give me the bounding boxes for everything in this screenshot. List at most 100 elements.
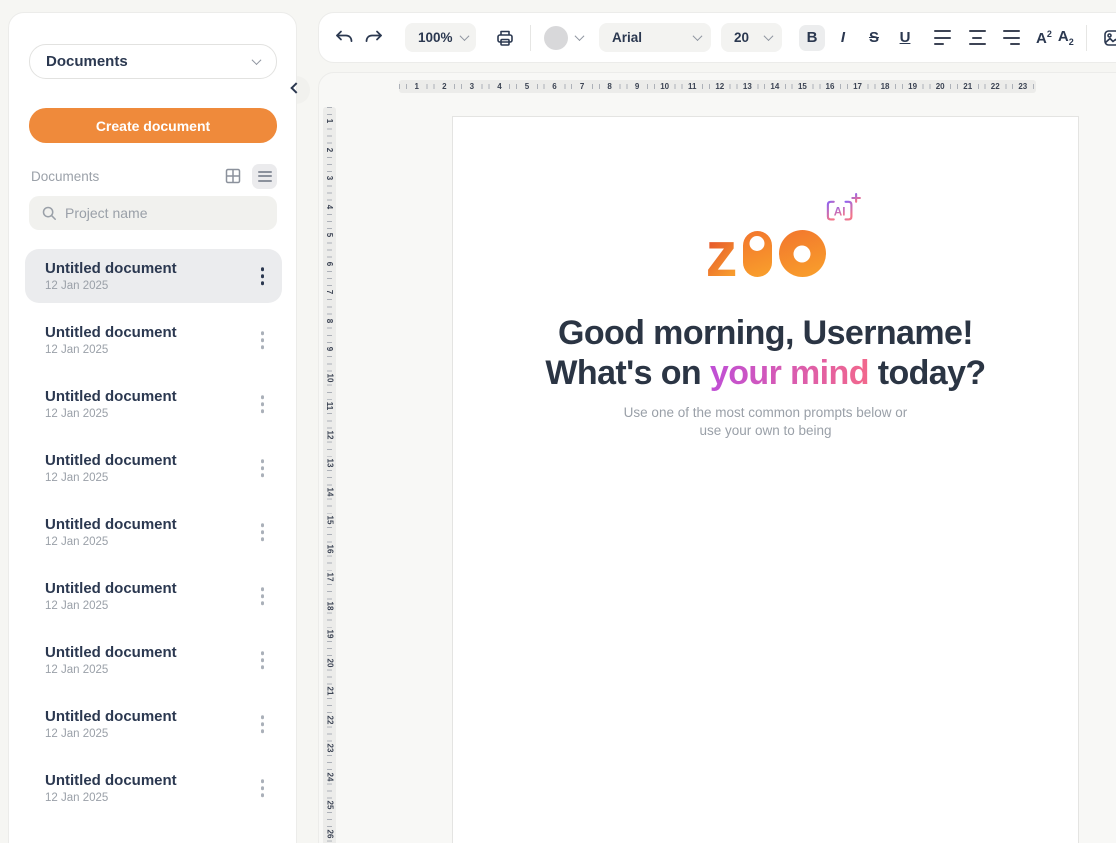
document-menu-button[interactable] — [257, 711, 269, 737]
ruler-number: 5 — [523, 80, 531, 93]
strikethrough-button[interactable]: S — [861, 25, 887, 51]
document-menu-button[interactable] — [257, 647, 269, 673]
greeting-highlight: your mind — [710, 354, 869, 392]
zio-logo: z AI — [706, 230, 826, 277]
document-menu-button[interactable] — [257, 519, 269, 545]
document-menu-button[interactable] — [257, 263, 269, 289]
align-center-button[interactable] — [965, 26, 989, 50]
ruler-number: 15 — [325, 514, 335, 527]
document-date: 12 Jan 2025 — [45, 664, 282, 676]
undo-button[interactable] — [331, 25, 357, 51]
ruler-number: 25 — [325, 799, 335, 812]
logo-letter-o — [779, 230, 826, 277]
ruler-number: 22 — [989, 80, 1002, 93]
ruler-number: 11 — [325, 400, 335, 412]
undo-icon — [334, 28, 354, 48]
align-left-button[interactable] — [934, 26, 958, 50]
document-list-item[interactable]: Untitled document 12 Jan 2025 — [25, 697, 282, 751]
ruler-number: 4 — [324, 203, 334, 211]
document-list-item[interactable]: Untitled document 12 Jan 2025 — [25, 505, 282, 559]
subscript-button[interactable]: A2 — [1058, 28, 1074, 47]
text-color-swatch[interactable] — [544, 26, 568, 50]
ruler-number: 2 — [440, 80, 448, 93]
editor-canvas: 1234567891011121314151617181920212223 12… — [318, 72, 1116, 843]
underline-button[interactable]: U — [892, 25, 918, 51]
document-title: Untitled document — [45, 260, 282, 277]
chevron-down-icon — [459, 31, 469, 41]
ruler-number: 7 — [324, 288, 334, 296]
grid-view-button[interactable] — [220, 164, 245, 189]
ruler-number: 1 — [324, 117, 334, 125]
greeting-subtitle: Use one of the most common prompts below… — [453, 404, 1078, 439]
ruler-number: 9 — [324, 345, 334, 353]
ruler-number: 6 — [324, 260, 334, 268]
document-menu-button[interactable] — [257, 775, 269, 801]
greeting-line2-prefix: What's on — [545, 354, 710, 392]
font-family-select[interactable]: Arial — [599, 23, 711, 52]
document-title: Untitled document — [45, 644, 282, 661]
list-view-button[interactable] — [252, 164, 277, 189]
ruler-number: 15 — [796, 80, 809, 93]
ruler-number: 20 — [934, 80, 947, 93]
zoom-select[interactable]: 100% — [405, 23, 476, 52]
insert-image-button[interactable] — [1099, 25, 1116, 51]
ruler-number: 24 — [325, 770, 335, 783]
document-menu-button[interactable] — [257, 327, 269, 353]
ruler-number: 16 — [325, 542, 335, 555]
chevron-down-icon — [764, 31, 774, 41]
documents-sidebar: Documents Create document Documents Unti… — [8, 12, 297, 843]
font-size-select[interactable]: 20 — [721, 23, 782, 52]
document-page[interactable]: z AI Good morning, Username! — [452, 116, 1079, 843]
superscript-button[interactable]: A2 — [1036, 29, 1052, 47]
document-date: 12 Jan 2025 — [45, 408, 282, 420]
document-list-item[interactable]: Untitled document 12 Jan 2025 — [25, 569, 282, 623]
logo-block: z AI — [453, 230, 1078, 277]
document-date: 12 Jan 2025 — [45, 728, 282, 740]
greeting-line2-suffix: today? — [869, 354, 986, 392]
document-date: 12 Jan 2025 — [45, 536, 282, 548]
greeting-line1: Good morning, Username! — [558, 314, 973, 352]
redo-button[interactable] — [361, 25, 387, 51]
ruler-number: 17 — [851, 80, 864, 93]
ruler-number: 23 — [325, 742, 335, 755]
document-menu-button[interactable] — [257, 391, 269, 417]
document-list-item[interactable]: Untitled document 12 Jan 2025 — [25, 377, 282, 431]
italic-button[interactable]: I — [830, 25, 856, 51]
ruler-number: 12 — [325, 428, 335, 441]
document-menu-button[interactable] — [257, 455, 269, 481]
search-input[interactable] — [65, 205, 245, 221]
ruler-number: 14 — [768, 80, 781, 93]
ruler-number: 10 — [658, 80, 671, 93]
ruler-number: 8 — [324, 317, 334, 325]
document-search — [29, 196, 277, 230]
ruler-number: 11 — [686, 80, 698, 93]
document-title: Untitled document — [45, 708, 282, 725]
align-right-button[interactable] — [996, 26, 1020, 50]
bold-button[interactable]: B — [799, 25, 825, 51]
print-button[interactable] — [492, 25, 518, 51]
vertical-ruler[interactable]: 1234567891011121314151617181920212223242… — [323, 107, 336, 843]
document-title: Untitled document — [45, 388, 282, 405]
ruler-number: 13 — [741, 80, 754, 93]
toolbar-divider — [1086, 25, 1087, 51]
ruler-number: 9 — [633, 80, 641, 93]
document-list-item[interactable]: Untitled document 12 Jan 2025 — [25, 633, 282, 687]
document-list-item[interactable]: Untitled document 12 Jan 2025 — [25, 441, 282, 495]
workspace-selector-label: Documents — [46, 53, 128, 70]
font-family-value: Arial — [612, 30, 642, 45]
horizontal-ruler[interactable]: 1234567891011121314151617181920212223 — [399, 80, 1036, 93]
document-menu-button[interactable] — [257, 583, 269, 609]
document-title: Untitled document — [45, 516, 282, 533]
image-icon — [1102, 28, 1116, 48]
document-date: 12 Jan 2025 — [45, 344, 282, 356]
create-document-button[interactable]: Create document — [29, 108, 277, 143]
document-list-item[interactable]: Untitled document 12 Jan 2025 — [25, 313, 282, 367]
document-list-item[interactable]: Untitled document 12 Jan 2025 — [25, 761, 282, 815]
workspace-selector[interactable]: Documents — [29, 44, 277, 79]
ruler-number: 21 — [325, 685, 335, 698]
ruler-number: 18 — [325, 599, 335, 612]
toolbar-divider — [530, 25, 531, 51]
document-list-item[interactable]: Untitled document 12 Jan 2025 — [25, 249, 282, 303]
chevron-down-icon[interactable] — [575, 31, 585, 41]
print-icon — [495, 28, 515, 48]
